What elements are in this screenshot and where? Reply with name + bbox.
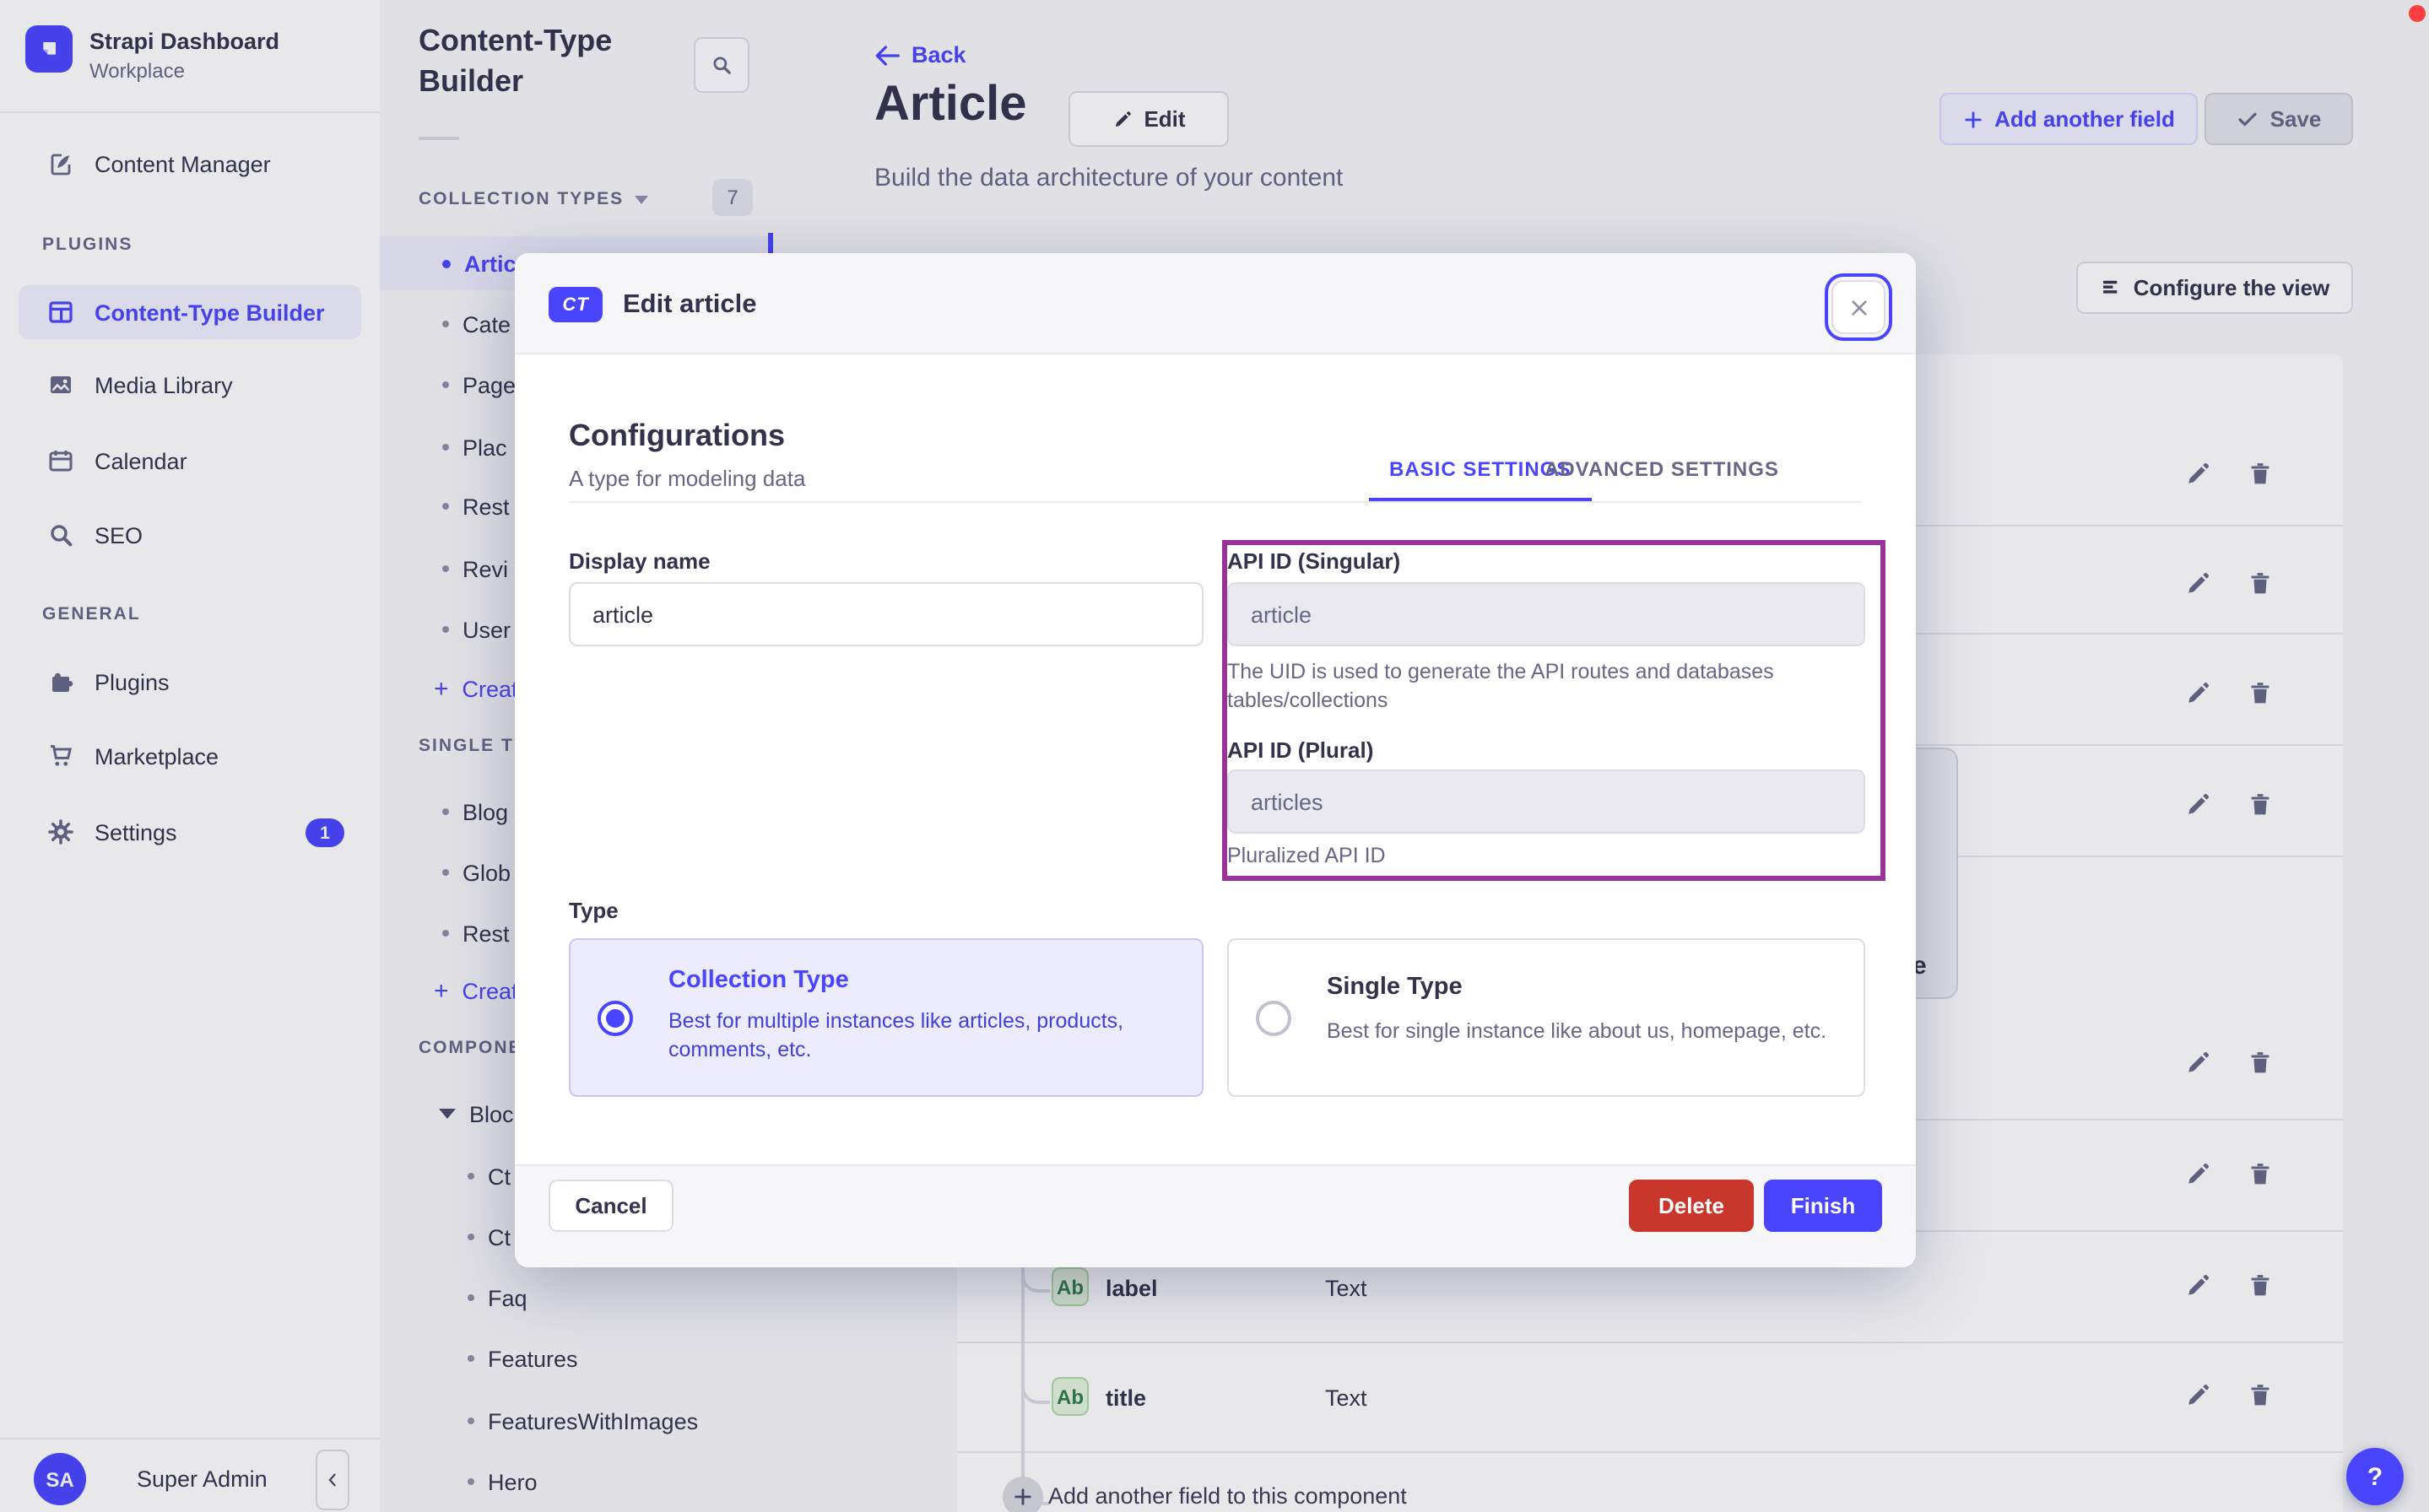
content-type-badge: CT [549,287,603,322]
radio-unselected-icon[interactable] [1256,1001,1291,1036]
collection-type-description: Best for multiple instances like article… [668,1009,1124,1061]
collection-type-option[interactable]: Collection Type Best for multiple instan… [569,938,1204,1097]
cancel-button[interactable]: Cancel [549,1180,674,1232]
app: Strapi Dashboard Workplace Content Manag… [0,0,2429,1512]
type-label: Type [569,898,619,923]
modal-title: Edit article [623,290,757,319]
modal-footer: Cancel Delete Finish [515,1164,1916,1267]
display-name-label: Display name [569,548,711,574]
recording-indicator-dot [2409,5,2426,22]
configurations-subtitle: A type for modeling data [569,466,806,491]
close-button[interactable] [1831,280,1885,334]
delete-button[interactable]: Delete [1629,1180,1754,1232]
display-name-input[interactable]: article [569,582,1204,646]
configurations-title: Configurations [569,418,785,452]
single-type-option[interactable]: Single Type Best for single instance lik… [1227,938,1865,1097]
single-type-description: Best for single instance like about us, … [1327,1019,1827,1043]
collection-type-title: Collection Type [668,967,849,994]
single-type-title: Single Type [1327,974,1463,1001]
radio-selected-icon[interactable] [598,1001,633,1036]
finish-button[interactable]: Finish [1764,1180,1882,1232]
modal-header: CT Edit article [515,253,1916,354]
divider [569,501,1862,503]
close-icon [1851,300,1866,315]
tab-advanced-settings[interactable]: ADVANCED SETTINGS [1524,442,1799,498]
annotation-highlight-box [1222,540,1885,881]
help-button[interactable]: ? [2346,1448,2404,1505]
